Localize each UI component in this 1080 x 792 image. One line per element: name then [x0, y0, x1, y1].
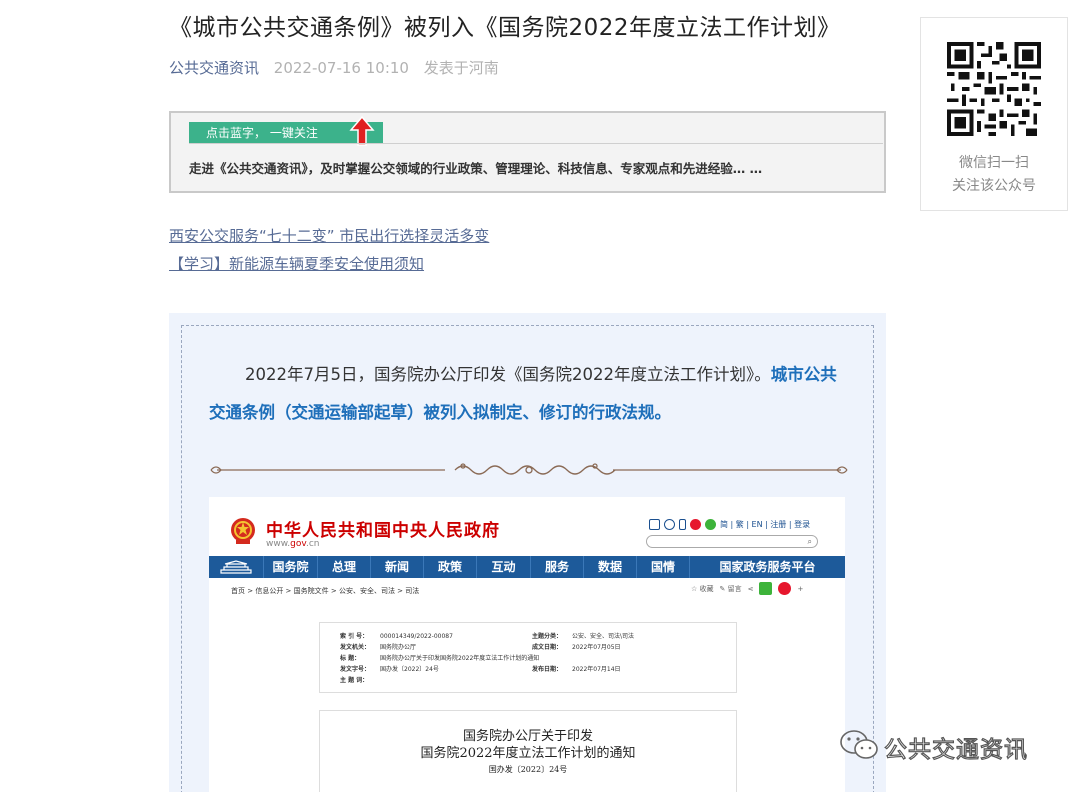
qr-code-icon [947, 42, 1041, 136]
publish-datetime: 2022-07-16 10:10 [273, 59, 409, 77]
mobile-icon [679, 518, 686, 530]
doc-title-line2: 国务院2022年度立法工作计划的通知 [420, 746, 636, 761]
article-meta: 公共交通资讯 2022-07-16 10:10 发表于河南 [169, 57, 499, 78]
banner-divider [189, 143, 883, 144]
gov-nav-item: 总理 [317, 556, 370, 578]
gov-doc-info-table: 索 引 号： 000014349/2022-00087 主题分类： 公安、安全、司法… [319, 622, 737, 693]
article-title: 《城市公共交通条例》被列入《国务院2022年度立法工作计划》 [169, 15, 841, 41]
gov-nav-bar: 国务院 总理 新闻 政策 互动 服务 数据 国情 国家政务服务平台 [209, 556, 845, 578]
accessibility-icon [664, 518, 675, 530]
tiananmen-icon [209, 556, 263, 578]
account-watermark: 公共交通资讯 [838, 728, 1048, 764]
gov-nav-item: 互动 [476, 556, 530, 578]
wechat-share-icon [759, 582, 773, 595]
gov-nav-item: 国家政务服务平台 [689, 556, 845, 578]
share-icon: ⋖ [747, 584, 754, 593]
qr-follow-panel: 微信扫一扫 关注该公众号 [920, 17, 1068, 211]
mail-icon [649, 518, 660, 530]
weibo-share-icon [778, 582, 792, 595]
gov-top-icons: 简 | 繁 | EN | 注册 | 登录 [649, 517, 810, 531]
related-link-1[interactable]: 西安公交服务“七十二变” 市民出行选择灵活多变 [169, 225, 489, 246]
qr-caption-follow: 关注该公众号 [952, 178, 1036, 194]
gov-nav-item: 政策 [423, 556, 476, 578]
gov-tool-comment: ✎ 留言 [719, 584, 742, 593]
gov-breadcrumb: 首页 > 信息公开 > 国务院文件 > 公安、安全、司法 > 司法 [231, 587, 420, 595]
watermark-text: 公共交通资讯 [883, 736, 1028, 763]
wechat-watermark-icon [840, 730, 878, 759]
gov-website-screenshot: 中华人民共和国中央人民政府 www.gov.cn 简 | 繁 | EN | 注册… [209, 497, 845, 792]
national-emblem-icon [231, 518, 255, 544]
related-link-2[interactable]: 【学习】新能源车辆夏季安全使用须知 [169, 253, 424, 274]
qr-caption-scan: 微信扫一扫 [959, 155, 1029, 171]
weibo-icon [690, 518, 701, 530]
follow-tag-edge [379, 122, 383, 144]
gov-tools: ☆ 收藏 ✎ 留言 ⋖ + [691, 582, 803, 595]
gov-top-links: 简 | 繁 | EN | 注册 | 登录 [720, 519, 811, 529]
gov-search-box: ⌕ [646, 535, 818, 548]
gov-nav-item: 服务 [530, 556, 583, 578]
account-name-link[interactable]: 公共交通资讯 [169, 59, 259, 77]
follow-banner: 点击蓝字， 一键关注 走进《公共交通资讯》，及时掌握公交领域的行业政策、管理理论… [169, 111, 886, 193]
gov-nav-item: 国情 [636, 556, 689, 578]
article-body: 2022年7月5日，国务院办公厅印发《国务院2022年度立法工作计划》。城市公共… [169, 313, 886, 792]
gov-nav-item: 国务院 [263, 556, 317, 578]
lead-paragraph: 2022年7月5日，国务院办公厅印发《国务院2022年度立法工作计划》。城市公共… [209, 356, 849, 432]
gov-nav-item: 新闻 [370, 556, 423, 578]
wechat-icon [705, 518, 716, 530]
gov-doc-content: 国务院办公厅关于印发 国务院2022年度立法工作计划的通知 国办发〔2022〕2… [319, 710, 737, 792]
gov-site-url: www.gov.cn [266, 539, 320, 549]
gov-tool-favorite: ☆ 收藏 [691, 584, 714, 593]
doc-number: 国办发〔2022〕24号 [488, 765, 568, 774]
publish-location: 发表于河南 [423, 59, 499, 77]
gov-nav-item: 数据 [583, 556, 636, 578]
ornament-divider [210, 463, 848, 475]
lead-plain-text: 2022年7月5日，国务院办公厅印发《国务院2022年度立法工作计划》。 [245, 365, 771, 384]
banner-intro-text: 走进《公共交通资讯》，及时掌握公交领域的行业政策、管理理论、科技信息、专家观点和… [189, 161, 763, 176]
gov-site-title: 中华人民共和国中央人民政府 [266, 521, 500, 541]
more-icon: + [797, 584, 804, 593]
